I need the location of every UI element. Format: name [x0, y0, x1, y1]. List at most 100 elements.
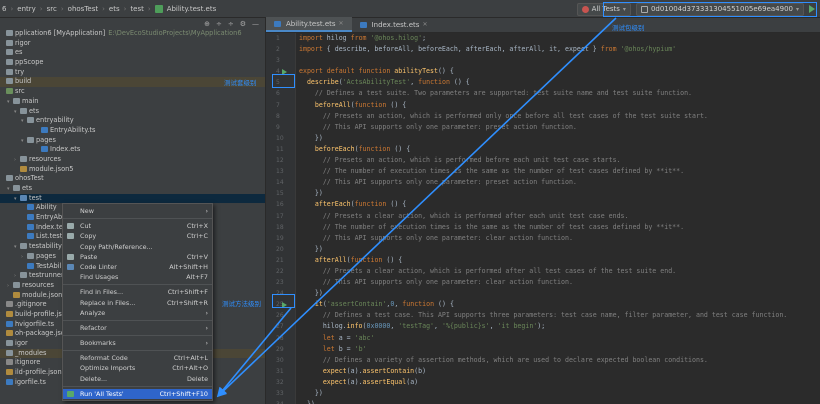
- line-number-text: 20: [276, 245, 284, 253]
- menu-item-label: Copy Path/Reference...: [80, 242, 153, 251]
- line-number: 6: [266, 88, 295, 99]
- code-token: () {: [386, 255, 403, 264]
- line-number-text: 1: [276, 35, 280, 42]
- menu-separator: [63, 284, 212, 286]
- folder-icon: [13, 281, 20, 288]
- menu-item-copy[interactable]: Copy Ctrl+C: [63, 231, 212, 241]
- breadcrumb-item[interactable]: 6: [2, 5, 6, 13]
- line-number-text: 13: [276, 168, 284, 176]
- folder-icon: [6, 49, 13, 56]
- tree-item[interactable]: try: [0, 68, 265, 78]
- menu-item-cut[interactable]: Cut Ctrl+X: [63, 221, 212, 231]
- menu-item-replace-in-files[interactable]: Replace in Files... Ctrl+Shift+R: [63, 298, 212, 308]
- menu-item-shortcut: Ctrl+Shift+F10: [159, 389, 208, 398]
- breadcrumb-item[interactable]: Ability.test.ets: [167, 5, 217, 13]
- tree-item[interactable]: src: [0, 87, 265, 97]
- code-token: 'b': [354, 344, 367, 353]
- breadcrumb-item[interactable]: src: [47, 5, 57, 13]
- expand-all-icon[interactable]: ÷: [216, 20, 222, 28]
- code-line: it('assertContain',0, function () {: [296, 299, 820, 310]
- menu-item-code-linter[interactable]: Code Linter Alt+Shift+H: [63, 262, 212, 272]
- tree-item-label: pplication6 [MyApplication]: [15, 29, 106, 37]
- menu-separator: [63, 385, 212, 387]
- tree-item[interactable]: ▾ pages: [0, 136, 265, 146]
- paste-icon: [67, 253, 74, 260]
- tree-item[interactable]: pplication6 [MyApplication] E:\DevEcoStud…: [0, 29, 265, 39]
- line-number: 34: [266, 399, 295, 404]
- menu-item-find-usages[interactable]: Find Usages Alt+F7: [63, 272, 212, 282]
- code-line: // This API supports only one parameter:…: [296, 122, 820, 133]
- run-all-tests-icon: [67, 390, 74, 397]
- code-editor[interactable]: import hilog from '@ohos.hilog'; import {…: [296, 33, 820, 404]
- code-token: assertContain: [362, 366, 415, 375]
- breadcrumb-item[interactable]: entry: [17, 5, 36, 13]
- tree-item[interactable]: ohosTest: [0, 174, 265, 184]
- close-icon[interactable]: ✕: [339, 20, 344, 27]
- menu-item-bookmarks[interactable]: Bookmarks ›: [63, 338, 212, 348]
- menu-item-find-in-files[interactable]: Find in Files... Ctrl+Shift+F: [63, 287, 212, 297]
- tab-index-test[interactable]: Index.test.ets ✕: [352, 17, 436, 32]
- tree-item[interactable]: es: [0, 48, 265, 58]
- breadcrumb-item[interactable]: ohosTest: [68, 5, 98, 13]
- tree-item[interactable]: Index.ets: [0, 145, 265, 155]
- menu-item-refactor[interactable]: Refactor ›: [63, 323, 212, 333]
- code-token: () {: [394, 144, 411, 153]
- tree-item[interactable]: ▾ main: [0, 97, 265, 107]
- breadcrumb-item[interactable]: ets: [109, 5, 120, 13]
- tree-item[interactable]: ▾ ets: [0, 107, 265, 117]
- menu-item-paste[interactable]: Paste Ctrl+V: [63, 252, 212, 262]
- code-line: }): [296, 399, 820, 404]
- line-number-text: 10: [276, 134, 284, 142]
- code-line: afterAll(function () {: [296, 255, 820, 266]
- file-icon: [27, 262, 34, 269]
- tree-item[interactable]: › resources: [0, 155, 265, 165]
- menu-item-reformat-code[interactable]: Reformat Code Ctrl+Alt+L: [63, 353, 212, 363]
- code-token: (a).: [346, 366, 363, 375]
- minimize-icon[interactable]: —: [252, 20, 259, 28]
- folder-icon: [6, 68, 13, 75]
- menu-item-label: New: [80, 207, 94, 215]
- menu-item-delete[interactable]: Delete... Delete: [63, 374, 212, 384]
- tree-item[interactable]: ▾ ets: [0, 184, 265, 194]
- code-token: // Defines a test suite. Two parameters …: [299, 89, 693, 98]
- collapse-all-icon[interactable]: ÷: [228, 20, 234, 28]
- tree-item[interactable]: ppScope: [0, 58, 265, 68]
- tree-item[interactable]: ▾ entryability: [0, 116, 265, 126]
- target-icon[interactable]: ⊕: [204, 20, 210, 28]
- code-line: }): [296, 133, 820, 144]
- tree-item[interactable]: EntryAbility.ts: [0, 126, 265, 136]
- line-number-gutter: 1 2 3 4 5 6 7 8 9 10 11 12 13 14 15 16 17 18 19 20 21 22 23 24 2…: [266, 33, 296, 404]
- menu-item-shortcut: ›: [205, 308, 208, 317]
- suite-level-annotation: 测试套级别: [224, 79, 257, 87]
- breadcrumb-item[interactable]: test: [130, 5, 143, 13]
- gear-icon[interactable]: ⚙: [240, 20, 246, 28]
- line-number: 12: [266, 155, 295, 166]
- menu-item-shortcut: Ctrl+C: [186, 232, 208, 241]
- line-number-text: 33: [276, 390, 284, 397]
- menu-item-optimize-imports[interactable]: Optimize Imports Ctrl+Alt+O: [63, 363, 212, 373]
- menu-item-run-all-tests[interactable]: Run 'All Tests' Ctrl+Shift+F10: [63, 388, 212, 399]
- menu-item-copy-path[interactable]: Copy Path/Reference...: [63, 242, 212, 252]
- tab-ability-test[interactable]: Ability.test.ets ✕: [266, 17, 352, 32]
- file-icon: [6, 310, 13, 317]
- line-number: 22: [266, 266, 295, 277]
- code-token: // Presets a clear action, which is perf…: [299, 266, 677, 275]
- code-token: // Presets an action, which is performed…: [299, 156, 621, 165]
- line-number-text: 26: [276, 312, 284, 320]
- line-number: 21: [266, 255, 295, 266]
- tree-item[interactable]: rigor: [0, 39, 265, 49]
- menu-item-analyze[interactable]: Analyze ›: [63, 308, 212, 318]
- code-token: function: [354, 100, 391, 109]
- tree-item-label: entryability: [36, 116, 74, 125]
- tree-item[interactable]: module.json5: [0, 165, 265, 175]
- folder-icon: [6, 340, 13, 346]
- code-token: ;: [422, 34, 427, 42]
- code-token: // The number of execution times is the …: [299, 222, 685, 231]
- code-token: () {: [438, 300, 454, 309]
- code-token: }): [299, 244, 323, 253]
- tree-item[interactable]: ▾ test: [0, 193, 265, 204]
- close-icon[interactable]: ✕: [422, 21, 427, 28]
- menu-item-new[interactable]: New ›: [63, 206, 212, 216]
